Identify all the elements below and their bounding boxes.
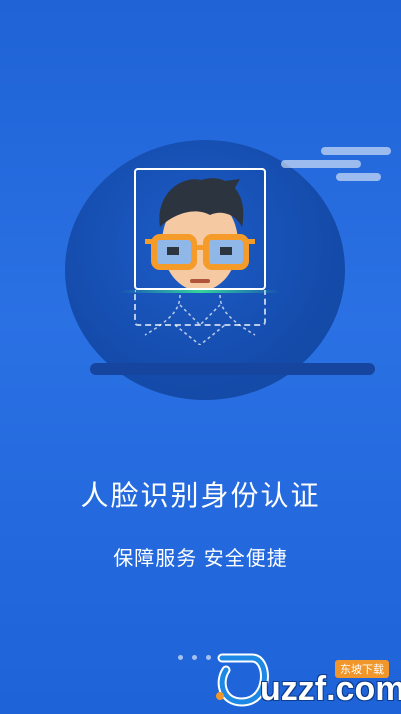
page-dot-1[interactable]	[178, 655, 183, 660]
watermark-badge: 东坡下载	[335, 660, 389, 678]
page-subtitle: 保障服务 安全便捷	[113, 548, 288, 570]
page-dot-3[interactable]	[206, 655, 211, 660]
onboarding-screen: 人脸识别身份认证 保障服务 安全便捷 uzzf.com 东坡下载	[0, 0, 401, 714]
ground-shadow	[90, 363, 375, 375]
cloud-icon	[281, 147, 391, 187]
face-scan-frame-lower	[134, 290, 266, 326]
face-recognition-illustration	[0, 120, 401, 400]
page-dot-2[interactable]	[192, 655, 197, 660]
scan-line	[120, 290, 280, 293]
page-title: 人脸识别身份认证	[80, 480, 321, 511]
watermark-logo: uzzf.com 东坡下载	[212, 650, 401, 714]
face-scan-frame	[134, 168, 266, 290]
